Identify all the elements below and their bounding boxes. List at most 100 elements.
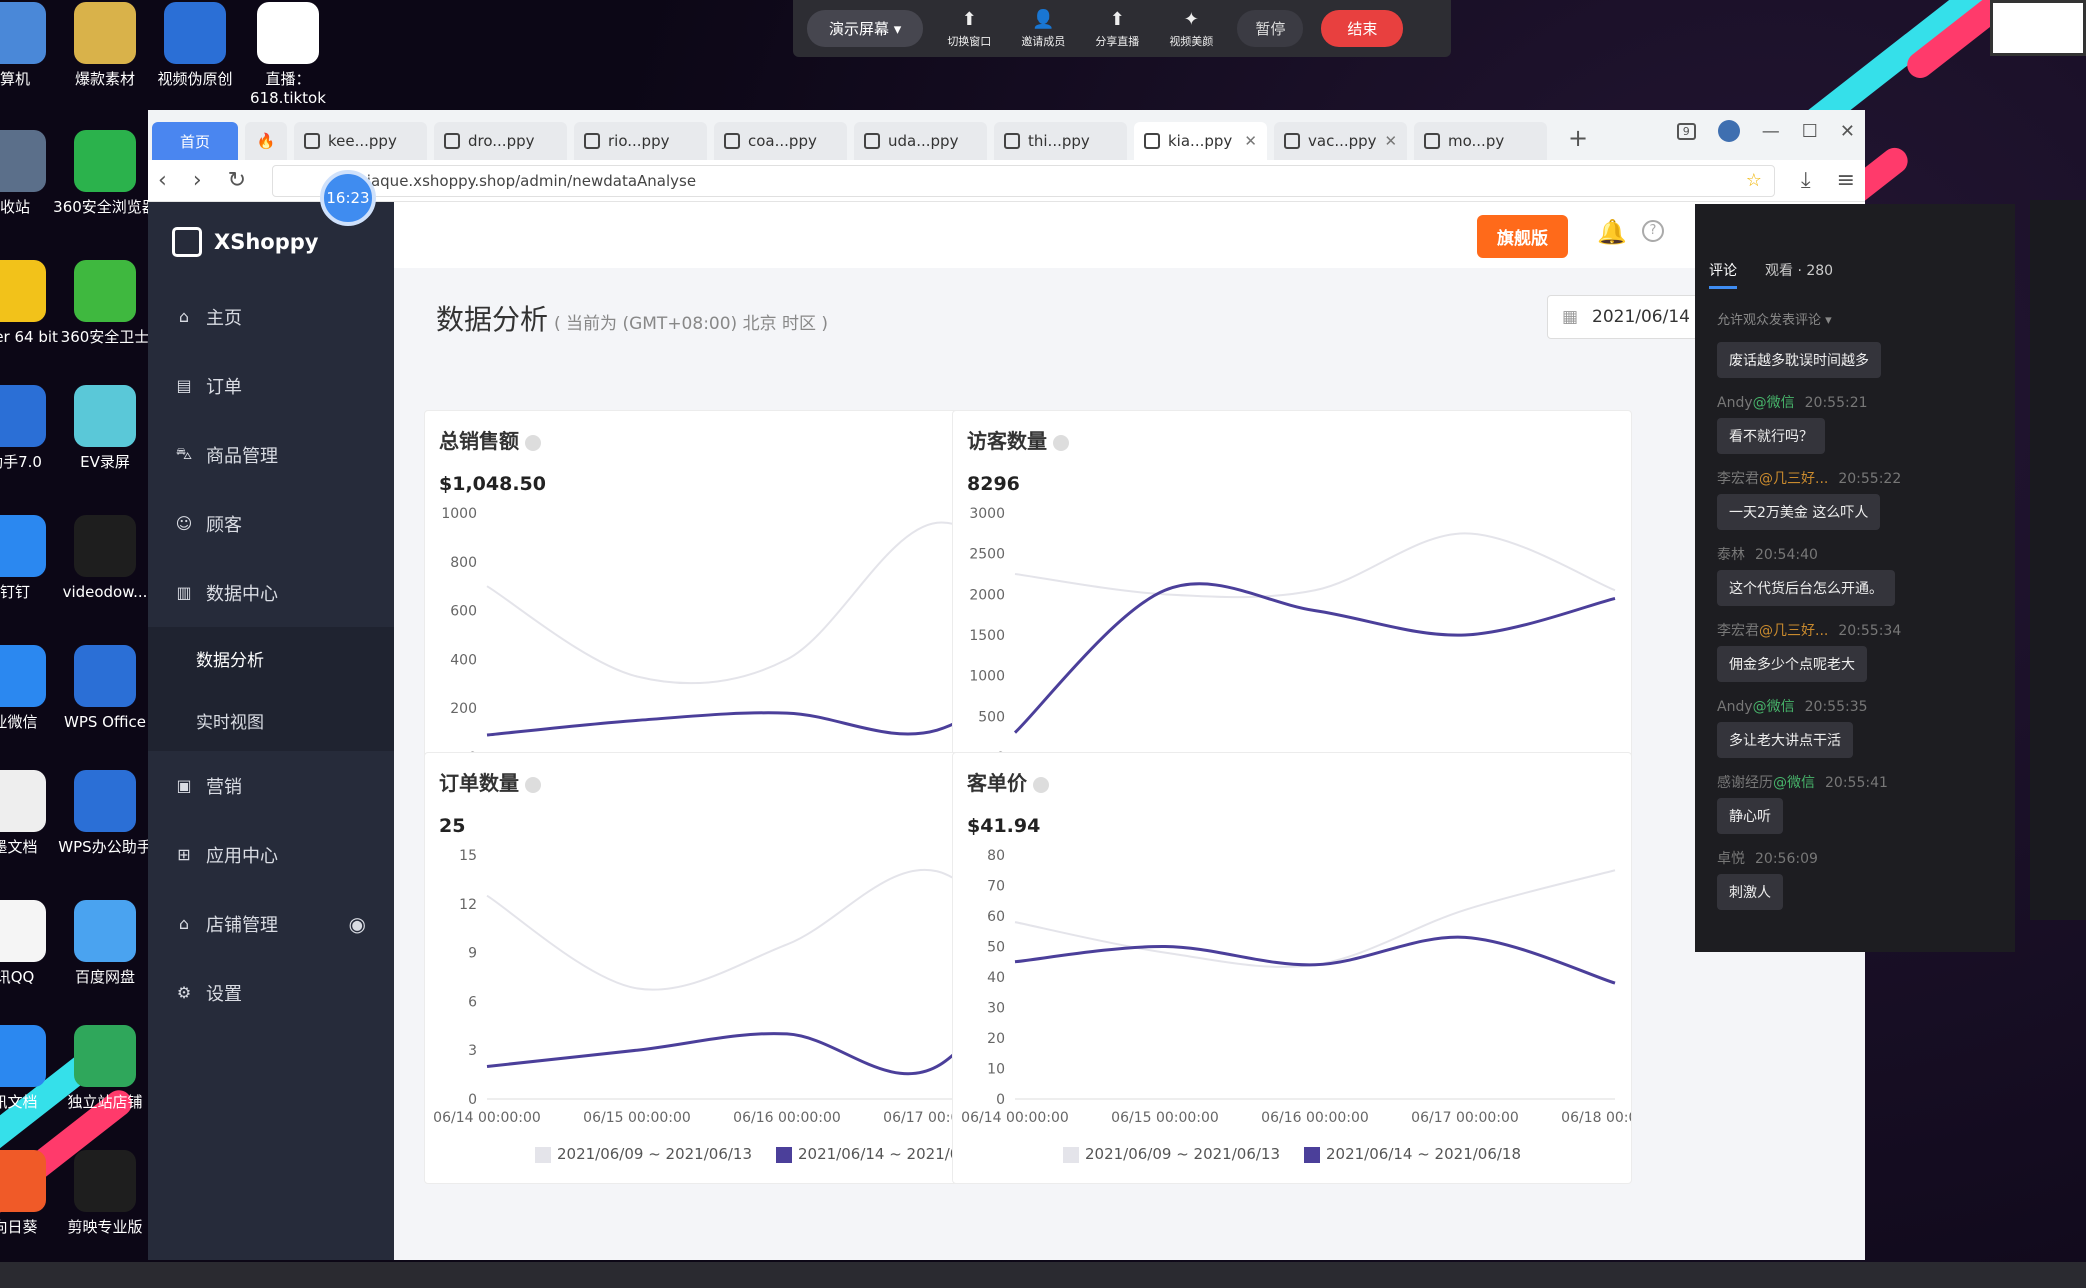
menu-icon[interactable]: ≡ bbox=[1837, 168, 1855, 193]
desktop-icon[interactable]: videodow... bbox=[50, 515, 160, 602]
chat-time: 20:55:41 bbox=[1825, 775, 1888, 791]
sidebar-item-label: 数据分析 bbox=[196, 650, 264, 671]
avatar[interactable] bbox=[1717, 120, 1740, 142]
tab-close-icon[interactable]: ✕ bbox=[1244, 132, 1257, 150]
chart-title-text: 订单数量 bbox=[439, 771, 519, 795]
browser-tab[interactable]: kia...ppy ✕ bbox=[1134, 122, 1267, 160]
chat-message: 这个代货后台怎么开通。 bbox=[1717, 570, 2015, 606]
legend-item[interactable]: 2021/06/09 ~ 2021/06/13 bbox=[534, 1145, 752, 1163]
beauty-button[interactable]: ✦ 视频美颜 bbox=[1163, 9, 1219, 49]
sidebar-item[interactable]: ⚙ 设置 bbox=[148, 958, 394, 1027]
browser-tab[interactable]: vac...ppy ✕ bbox=[1274, 122, 1407, 160]
back-icon[interactable]: ‹ bbox=[158, 168, 167, 193]
maximize-icon[interactable]: ☐ bbox=[1802, 121, 1818, 142]
browser-tab[interactable]: kee...ppy bbox=[294, 122, 427, 160]
sidebar-item-label: 主页 bbox=[206, 307, 242, 329]
share-icon: ⬆ bbox=[1109, 8, 1125, 30]
tab-label: dro...ppy bbox=[468, 132, 535, 150]
browser-tab[interactable]: 🔥 bbox=[245, 122, 287, 160]
chat-bubble: 刺激人 bbox=[1717, 874, 1783, 910]
desktop-icon[interactable]: 直播： 618.tiktok bbox=[233, 2, 343, 108]
site-icon bbox=[1144, 133, 1160, 149]
xshoppy-logo-icon bbox=[172, 227, 202, 257]
plan-badge[interactable]: 旗舰版 bbox=[1477, 215, 1568, 258]
y-tick-label: 0 bbox=[468, 1092, 477, 1108]
chart-total: 25 bbox=[439, 815, 466, 837]
desktop-icon[interactable]: 360安全浏览器 bbox=[50, 130, 160, 217]
bell-icon[interactable]: 🔔 bbox=[1597, 218, 1627, 246]
sidebar-item[interactable]: ⌂ 店铺管理 ◉ bbox=[148, 889, 394, 958]
tab-viewers[interactable]: 观看 · 280 bbox=[1765, 260, 1833, 289]
legend-item[interactable]: 2021/06/09 ~ 2021/06/13 bbox=[1062, 1145, 1280, 1163]
desktop-icon[interactable]: WPS Office bbox=[50, 645, 160, 732]
browser-tab[interactable]: rio...ppy bbox=[574, 122, 707, 160]
y-tick-label: 70 bbox=[987, 879, 1005, 895]
browser-tab[interactable]: thi...ppy bbox=[994, 122, 1127, 160]
forward-icon[interactable]: › bbox=[193, 168, 202, 193]
apps-icon: ⊞ bbox=[177, 845, 191, 864]
url-field[interactable]: /kiaque.xshoppy.shop/admin/newdataAnalys… bbox=[272, 164, 1775, 197]
info-icon[interactable] bbox=[525, 434, 541, 451]
tab-comments[interactable]: 评论 bbox=[1709, 260, 1737, 289]
share-live-button[interactable]: ⬆ 分享直播 bbox=[1089, 9, 1145, 49]
browser-tab[interactable]: 首页 bbox=[152, 122, 238, 160]
desktop-icon[interactable]: 360安全卫士 bbox=[50, 260, 160, 347]
download-icon[interactable]: ⤓ bbox=[1801, 168, 1811, 193]
comment-permission-select[interactable]: 允许观众发表评论 ▾ bbox=[1695, 289, 2015, 328]
desktop-icon[interactable]: 剪映专业版 bbox=[50, 1150, 160, 1237]
sidebar-item-label: 应用中心 bbox=[206, 845, 278, 867]
close-icon[interactable]: ✕ bbox=[1840, 121, 1855, 142]
app-icon bbox=[0, 645, 46, 707]
info-icon[interactable] bbox=[1033, 776, 1049, 793]
desktop-icon[interactable]: 百度网盘 bbox=[50, 900, 160, 987]
help-icon[interactable]: ? bbox=[1642, 220, 1664, 242]
new-tab-button[interactable]: + bbox=[1568, 124, 1588, 152]
info-icon[interactable] bbox=[525, 776, 541, 793]
browser-tab[interactable]: dro...ppy bbox=[434, 122, 567, 160]
sidebar-item[interactable]: ⛍ 商品管理 bbox=[148, 420, 394, 489]
browser-tab[interactable]: coa...ppy bbox=[714, 122, 847, 160]
eye-icon[interactable]: ◉ bbox=[349, 912, 366, 936]
chat-bubble: 佣金多少个点呢老大 bbox=[1717, 646, 1867, 682]
share-live-label: 分享直播 bbox=[1095, 34, 1140, 48]
chart-total: 8296 bbox=[967, 473, 1020, 495]
sidebar-item[interactable]: ⊞ 应用中心 bbox=[148, 820, 394, 889]
info-icon[interactable] bbox=[1053, 434, 1069, 451]
chart-total: $41.94 bbox=[967, 815, 1041, 837]
desktop-icon[interactable]: 独立站店铺 bbox=[50, 1025, 160, 1112]
chat-message: 多让老大讲点干活 bbox=[1717, 722, 2015, 758]
browser-tab[interactable]: mo...py bbox=[1414, 122, 1547, 160]
end-button[interactable]: 结束 bbox=[1321, 10, 1404, 47]
legend-item[interactable]: 2021/06/14 ~ 2021/06/18 bbox=[1304, 1145, 1521, 1163]
sidebar-item[interactable]: ☺ 顾客 bbox=[148, 489, 394, 558]
sidebar-item-label: 数据中心 bbox=[206, 583, 278, 605]
tab-count-badge[interactable]: 9 bbox=[1676, 122, 1696, 140]
chat-time: 20:54:40 bbox=[1755, 547, 1818, 563]
browser-tab[interactable]: uda...ppy bbox=[854, 122, 987, 160]
sidebar-item[interactable]: ⌂ 主页 bbox=[148, 282, 394, 351]
desktop-icon[interactable]: WPS办公助手 bbox=[50, 770, 160, 857]
chart-icon: ▥ bbox=[176, 583, 192, 602]
chat-source: @微信 bbox=[1752, 699, 1795, 715]
sidebar-item[interactable]: 数据分析 bbox=[148, 627, 394, 689]
tab-close-icon[interactable]: ✕ bbox=[1385, 132, 1398, 150]
pause-button[interactable]: 暂停 bbox=[1237, 10, 1304, 47]
chat-bubble: 这个代货后台怎么开通。 bbox=[1717, 570, 1895, 606]
browser-window: 首页 🔥 kee...ppy dro...ppy rio...ppy coa...ppy u… bbox=[148, 110, 1865, 1260]
desktop-icon-label: WPS Office bbox=[64, 713, 146, 731]
sidebar-item[interactable]: ▥ 数据中心 bbox=[148, 558, 394, 627]
switch-window-button[interactable]: ⬆ 切换窗口 bbox=[941, 9, 997, 49]
sidebar-item[interactable]: ▣ 营销 bbox=[148, 751, 394, 820]
desktop-icon[interactable]: EV录屏 bbox=[50, 385, 160, 472]
minimize-icon[interactable]: — bbox=[1762, 121, 1780, 142]
sidebar-item[interactable]: ▤ 订单 bbox=[148, 351, 394, 420]
chat-time: 20:55:22 bbox=[1838, 471, 1902, 487]
sidebar-item[interactable]: 实时视图 bbox=[148, 689, 394, 751]
invite-button[interactable]: 👤 邀请成员 bbox=[1015, 9, 1071, 49]
sidebar-item-label: 商品管理 bbox=[206, 445, 278, 467]
chart-legend: 2021/06/09 ~ 2021/06/13 2021/06/14 ~ 2021… bbox=[953, 1145, 1631, 1163]
share-screen-button[interactable]: 演示屏幕 ▾ bbox=[807, 10, 924, 47]
star-icon[interactable]: ☆ bbox=[1746, 170, 1762, 191]
reload-icon[interactable]: ↻ bbox=[228, 168, 246, 193]
site-icon bbox=[444, 133, 460, 149]
